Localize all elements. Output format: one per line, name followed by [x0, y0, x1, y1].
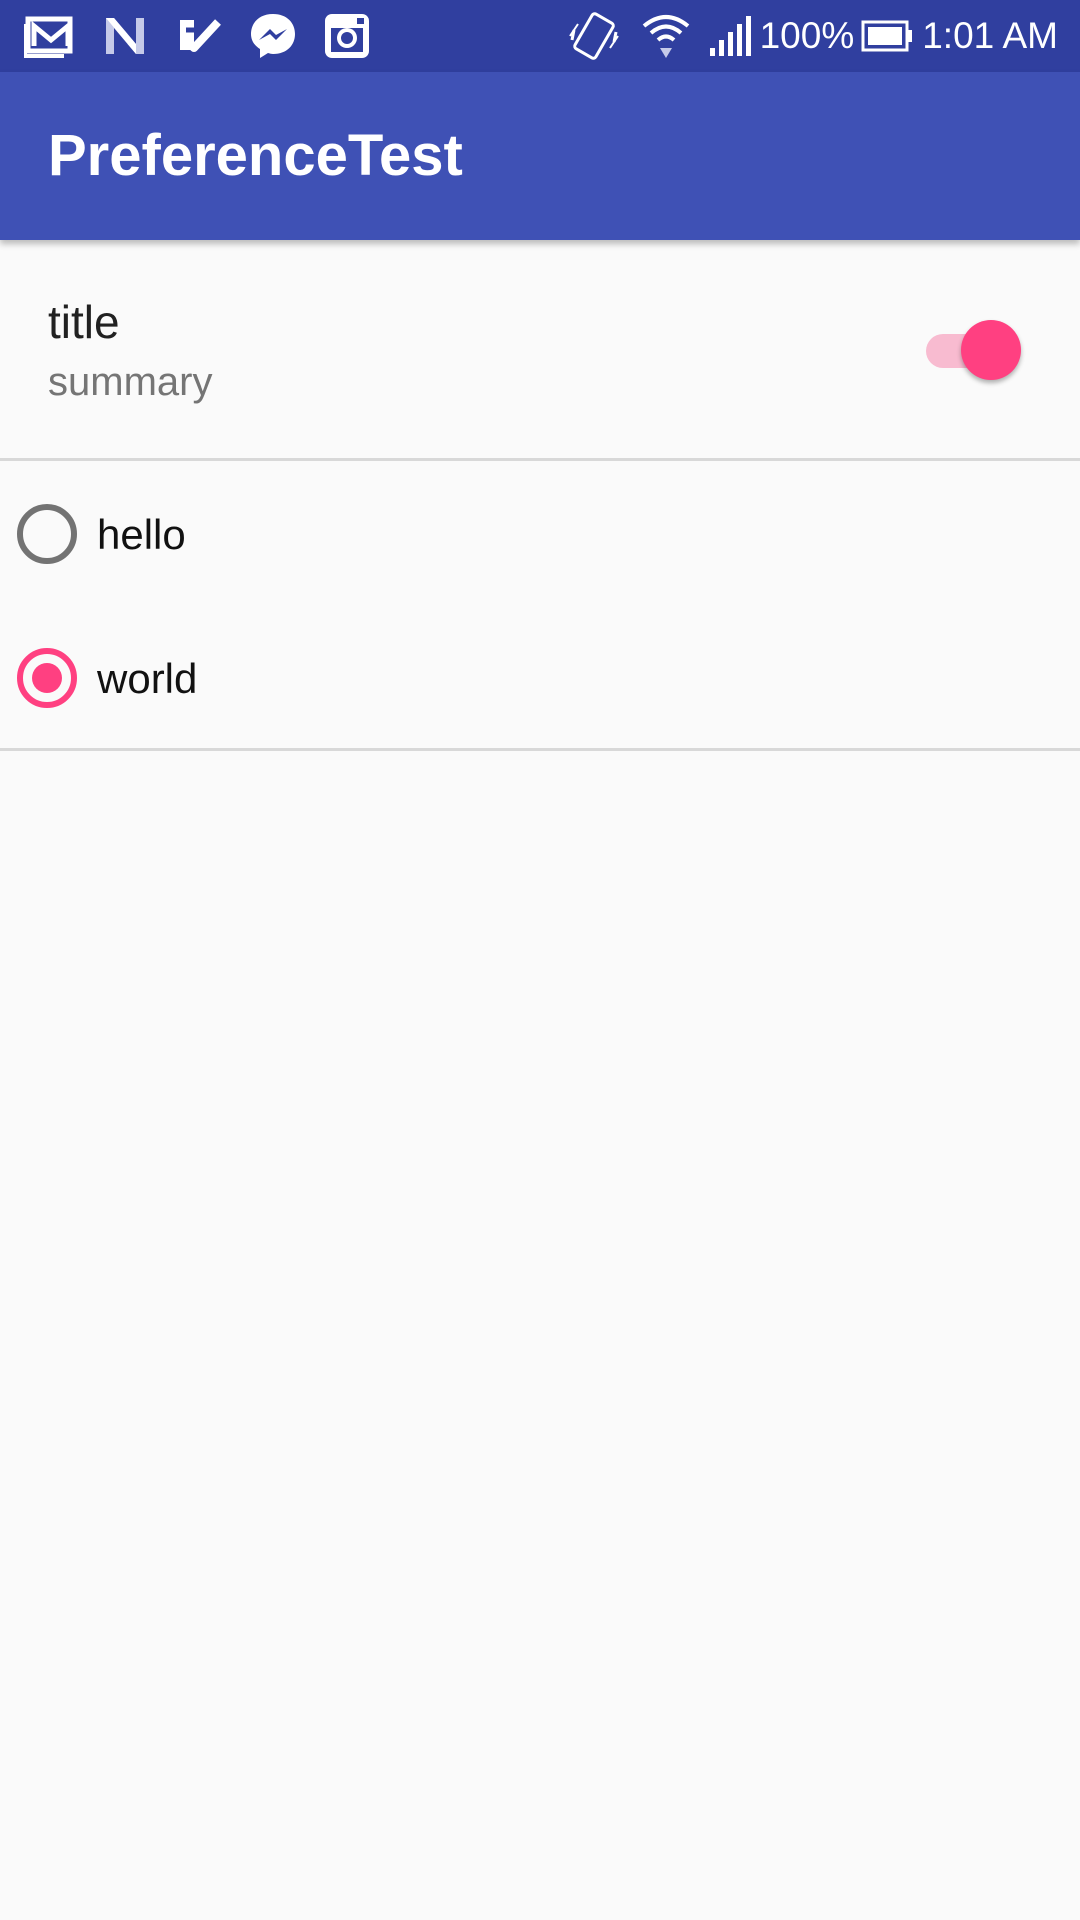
wifi-icon: [642, 15, 689, 58]
app-bar: PreferenceTest: [0, 72, 1080, 240]
messenger-icon: [251, 14, 295, 58]
switch-preference[interactable]: title summary: [0, 240, 1080, 458]
radio-button-unchecked[interactable]: [17, 504, 77, 564]
battery-percent: 100%: [759, 15, 855, 56]
instagram-icon: [325, 14, 369, 58]
news-icon: [106, 18, 144, 54]
divider: [0, 458, 1080, 461]
radio-option-hello[interactable]: hello: [0, 466, 1080, 606]
battery-icon: [861, 20, 913, 52]
app-title: PreferenceTest: [48, 123, 463, 188]
switch-thumb: [961, 320, 1021, 380]
status-bar: 100% 1:01 AM: [0, 0, 1080, 72]
signal-icon: [709, 16, 751, 56]
preference-summary: summary: [48, 360, 213, 404]
gmail-icon: [24, 16, 73, 58]
vibrate-icon: [568, 12, 619, 60]
clock: 1:01 AM: [922, 15, 1058, 56]
system-icons: 100% 1:01 AM: [568, 10, 1058, 62]
radio-option-world[interactable]: world: [0, 610, 1080, 750]
tasks-icon: [180, 19, 221, 52]
radio-selected-dot: [32, 663, 62, 693]
preference-switch[interactable]: [926, 320, 1022, 382]
preference-title: title: [48, 296, 120, 348]
notification-icons: [24, 10, 374, 62]
radio-label: hello: [97, 511, 186, 558]
radio-label: world: [97, 655, 198, 702]
divider: [0, 748, 1080, 751]
radio-button-checked[interactable]: [17, 648, 77, 708]
